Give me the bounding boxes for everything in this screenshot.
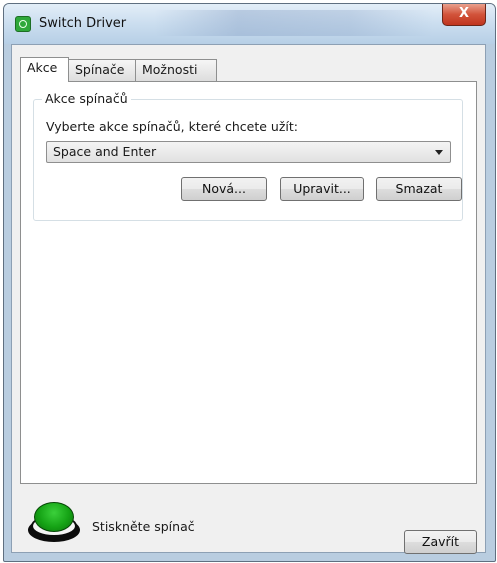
window-client-area: Akce Spínače Možnosti Akce spínačů Vyber… [11, 44, 486, 554]
close-icon: X [458, 6, 470, 21]
tab-moznosti[interactable]: Možnosti [135, 59, 217, 81]
group-title: Akce spínačů [42, 91, 131, 106]
action-select-value: Space and Enter [53, 144, 157, 159]
switch-driver-window: Switch Driver X Akce Spínače Možnosti Ak… [3, 3, 496, 562]
new-action-button[interactable]: Nová... [181, 177, 267, 201]
chevron-down-icon [435, 150, 443, 155]
window-title: Switch Driver [39, 16, 127, 31]
window-close-button[interactable]: X [442, 4, 486, 26]
switch-actions-group: Akce spínačů Vyberte akce spínačů, které… [33, 91, 463, 221]
app-icon [15, 16, 31, 32]
tab-akce[interactable]: Akce [20, 57, 69, 82]
switch-cap [34, 502, 74, 532]
status-text: Stiskněte spínač [92, 519, 195, 534]
action-select[interactable]: Space and Enter [46, 141, 451, 163]
edit-action-button[interactable]: Upravit... [280, 177, 364, 201]
title-bar[interactable]: Switch Driver X [4, 4, 495, 44]
tab-panel-akce: Akce spínačů Vyberte akce spínačů, které… [20, 81, 477, 484]
action-prompt-label: Vyberte akce spínačů, které chcete užít: [46, 119, 298, 134]
switch-indicator-icon [28, 502, 80, 544]
footer-bar: Stiskněte spínač Zavřít [12, 484, 485, 554]
title-bar-background-blur [154, 10, 434, 36]
tab-spinace[interactable]: Spínače [68, 59, 136, 81]
close-dialog-button[interactable]: Zavřít [404, 530, 477, 554]
delete-action-button[interactable]: Smazat [376, 177, 462, 201]
